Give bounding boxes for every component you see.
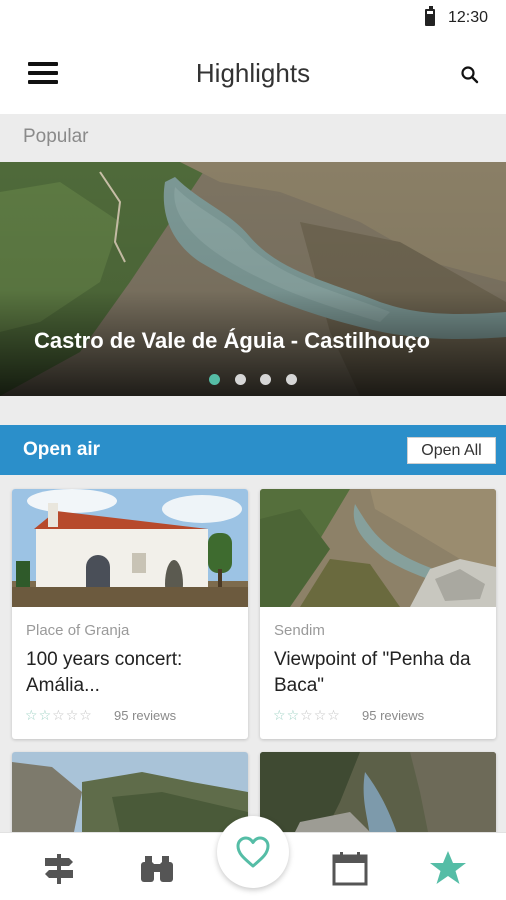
- favorites-heart-button[interactable]: [217, 816, 289, 888]
- carousel-pagination: [0, 372, 506, 390]
- card-place: Sendim: [274, 622, 325, 639]
- rating-stars-icon: ☆☆☆☆☆: [273, 707, 341, 723]
- status-clock: 12:30: [448, 9, 489, 26]
- star-icon[interactable]: [428, 848, 468, 888]
- search-icon[interactable]: [458, 63, 482, 87]
- featured-carousel[interactable]: Castro de Vale de Águia - Castilhouço: [0, 162, 506, 396]
- open-air-section-bar: Open air Open All: [0, 425, 506, 475]
- battery-icon: [425, 6, 435, 26]
- review-count: 95 reviews: [362, 708, 425, 723]
- popular-label: Popular: [23, 126, 89, 147]
- card-title: 100 years concert: Amália...: [26, 649, 183, 696]
- highlight-card-1[interactable]: Place of Granja 100 years concert: Amáli…: [12, 489, 248, 739]
- card-title: Viewpoint of "Penha da Baca": [274, 649, 471, 696]
- rating-stars-icon: ☆☆☆☆☆: [25, 707, 93, 723]
- review-count: 95 reviews: [114, 708, 177, 723]
- heart-icon: [236, 836, 270, 868]
- carousel-dot-2[interactable]: [234, 374, 246, 385]
- card-image-chapel: [12, 489, 248, 607]
- open-all-button[interactable]: Open All: [407, 437, 496, 464]
- app-bar: Highlights: [0, 36, 506, 114]
- card-image-river-gorge: [260, 752, 496, 842]
- highlight-card-3[interactable]: [12, 752, 248, 842]
- carousel-dot-1[interactable]: [209, 374, 221, 385]
- highlight-card-4[interactable]: [260, 752, 496, 842]
- card-place: Place of Granja: [26, 622, 130, 639]
- featured-title: Castro de Vale de Águia - Castilhouço: [34, 328, 431, 353]
- page-title: Highlights: [195, 58, 311, 88]
- card-image-viewpoint: [260, 489, 496, 607]
- binoculars-icon[interactable]: [137, 848, 177, 888]
- card-image-canyon: [12, 752, 248, 842]
- featured-image: [0, 162, 506, 396]
- status-bar: 12:30: [0, 0, 506, 36]
- popular-section-header: Popular: [0, 114, 506, 162]
- carousel-dot-4[interactable]: [285, 374, 297, 385]
- carousel-dot-3[interactable]: [260, 374, 272, 385]
- signpost-icon[interactable]: [39, 848, 79, 888]
- section-title: Open air: [23, 439, 101, 460]
- calendar-icon[interactable]: [330, 848, 370, 888]
- highlight-card-2[interactable]: Sendim Viewpoint of "Penha da Baca" ☆☆☆☆…: [260, 489, 496, 739]
